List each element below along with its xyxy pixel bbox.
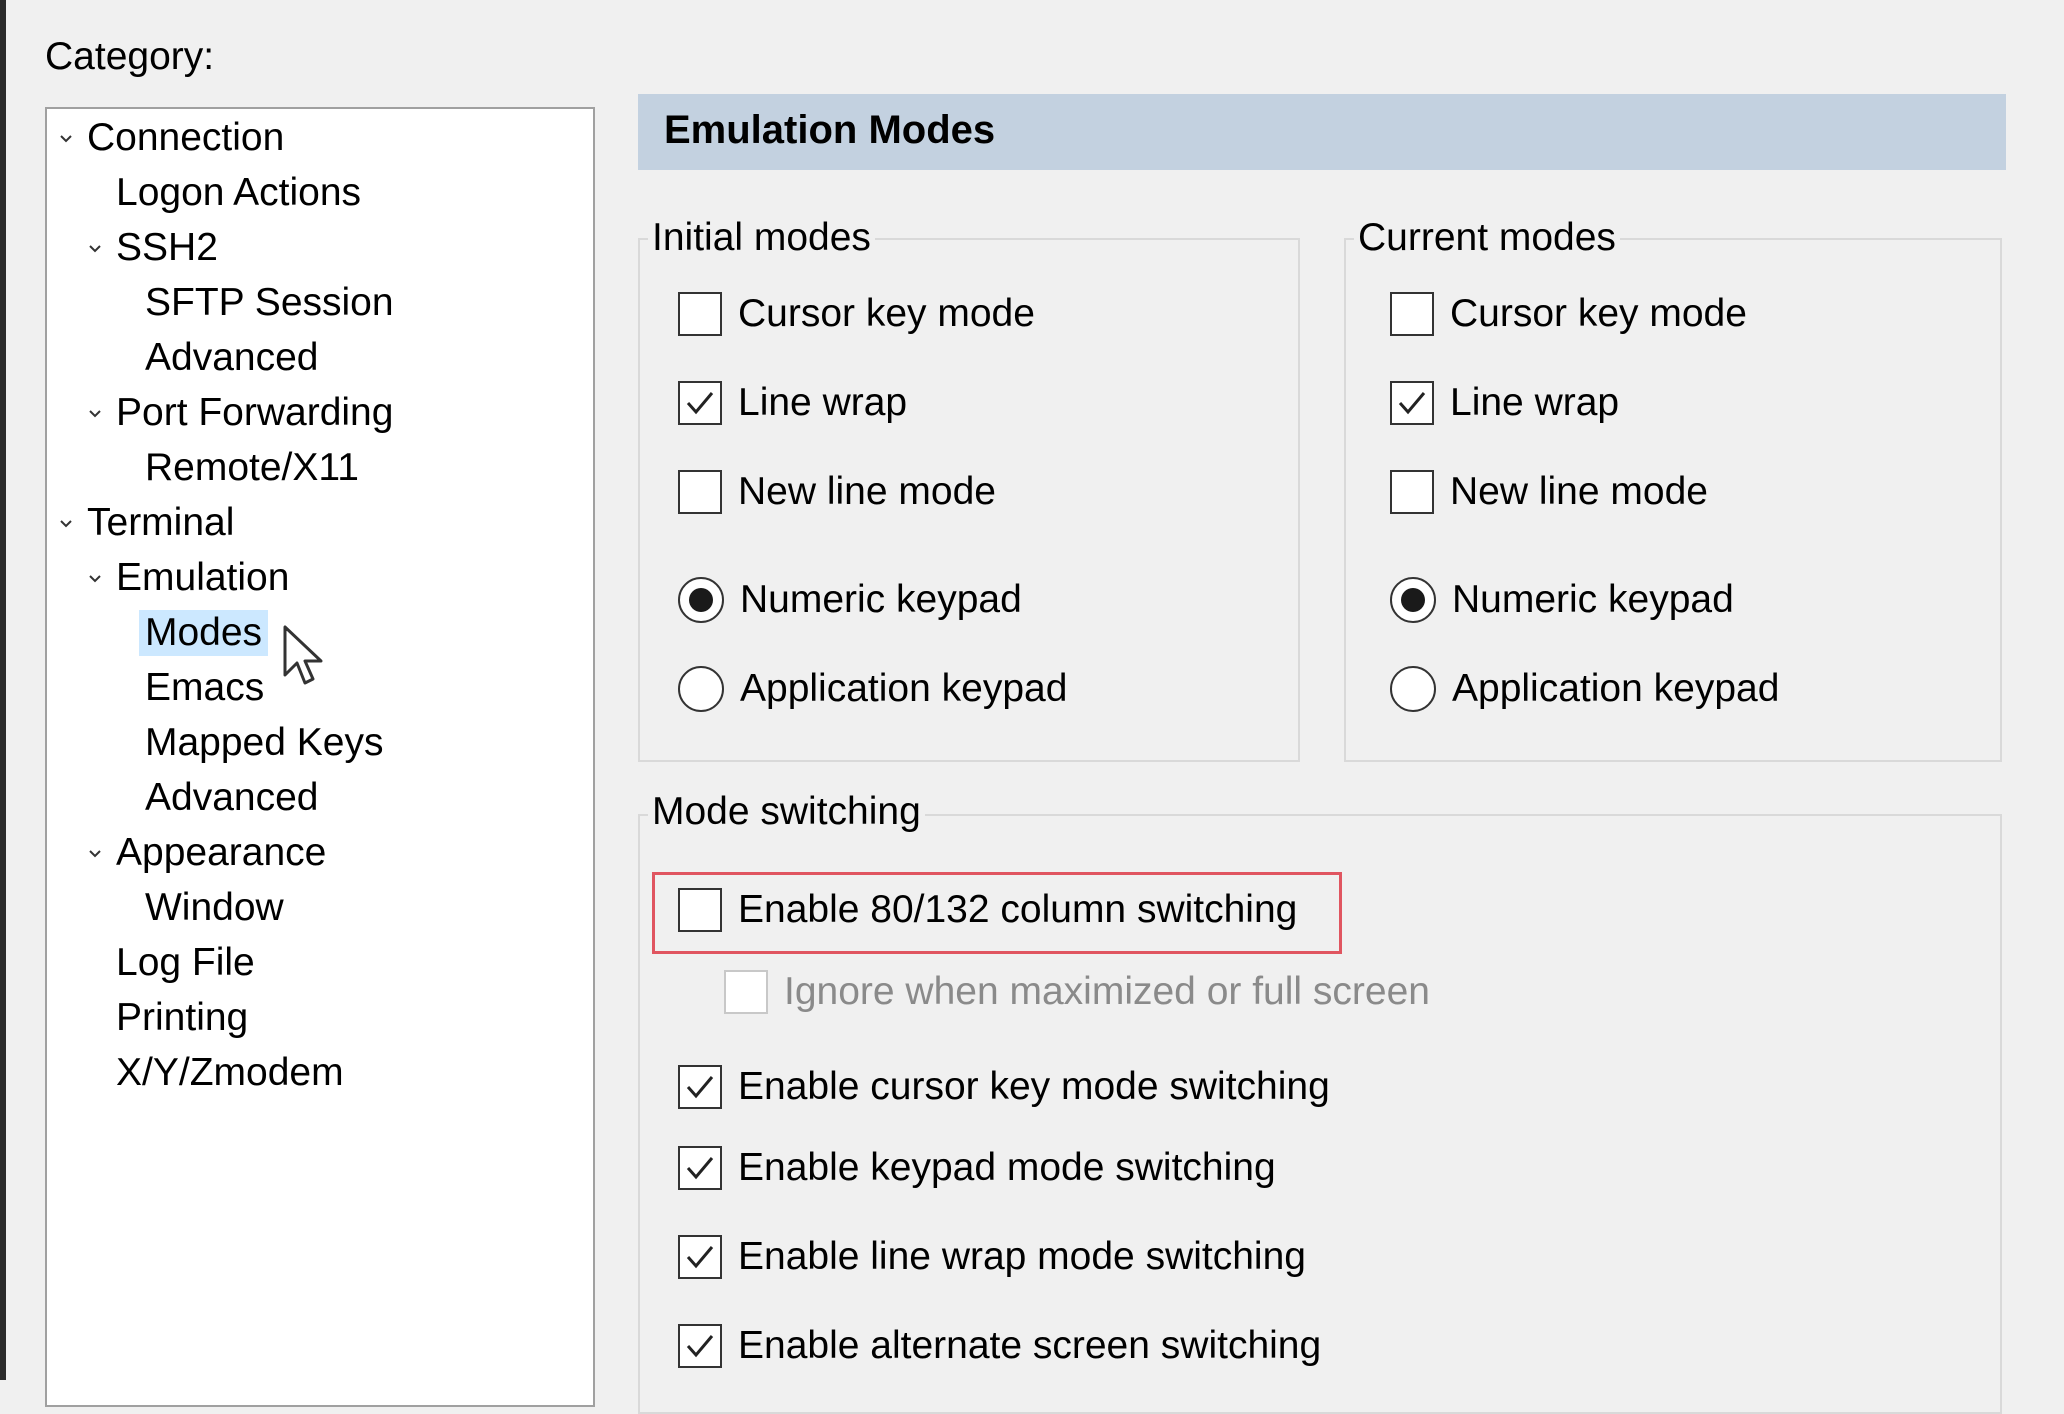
tree-item-mapped-keys[interactable]: Mapped Keys [139,720,389,766]
tree-item-appearance[interactable]: Appearance [110,830,332,876]
enable-line-wrap-switching-label: Enable line wrap mode switching [738,1235,1306,1278]
enable-keypad-switching-option[interactable]: Enable keypad mode switching [678,1142,1276,1194]
tree-item-emulation-advanced[interactable]: Advanced [139,775,324,821]
chevron-down-icon[interactable] [88,242,102,256]
initial-cursor-key-mode-label: Cursor key mode [738,292,1035,335]
enable-cursor-key-switching-label: Enable cursor key mode switching [738,1065,1330,1108]
enable-alternate-screen-option[interactable]: Enable alternate screen switching [678,1320,1321,1372]
ignore-maximized-checkbox[interactable] [724,970,768,1014]
initial-cursor-key-mode-checkbox[interactable] [678,292,722,336]
chevron-down-icon[interactable] [59,517,73,531]
tree-item-emulation[interactable]: Emulation [110,555,295,601]
enable-80-132-checkbox[interactable] [678,888,722,932]
tree-item-log-file[interactable]: Log File [110,940,261,986]
checkmark-icon [686,1335,714,1358]
current-line-wrap-label: Line wrap [1450,381,1620,424]
initial-line-wrap-checkbox[interactable] [678,381,722,425]
initial-new-line-mode-label: New line mode [738,470,996,513]
enable-cursor-key-switching-checkbox[interactable] [678,1065,722,1109]
enable-line-wrap-switching-checkbox[interactable] [678,1235,722,1279]
initial-numeric-keypad-radio[interactable] [678,577,724,623]
chevron-down-icon[interactable] [88,847,102,861]
tree-item-emacs[interactable]: Emacs [139,665,270,711]
initial-application-keypad-label: Application keypad [740,667,1068,710]
panel-header: Emulation Modes [638,94,2006,170]
current-numeric-keypad-option[interactable]: Numeric keypad [1390,574,1734,626]
initial-new-line-mode-checkbox[interactable] [678,470,722,514]
initial-application-keypad-radio[interactable] [678,666,724,712]
checkmark-icon [1398,392,1426,415]
tree-item-ssh2[interactable]: SSH2 [110,225,224,271]
checkmark-icon [686,392,714,415]
enable-cursor-key-switching-option[interactable]: Enable cursor key mode switching [678,1061,1330,1113]
chevron-down-icon[interactable] [59,132,73,146]
initial-numeric-keypad-label: Numeric keypad [740,578,1022,621]
tree-item-xyzmodem[interactable]: X/Y/Zmodem [110,1050,350,1096]
initial-application-keypad-option[interactable]: Application keypad [678,663,1067,715]
current-application-keypad-label: Application keypad [1452,667,1780,710]
tree-item-printing[interactable]: Printing [110,995,254,1041]
chevron-down-icon[interactable] [88,407,102,421]
mode-switching-title: Mode switching [648,790,925,834]
tree-item-ssh2-advanced[interactable]: Advanced [139,335,324,381]
enable-80-132-option[interactable]: Enable 80/132 column switching [678,884,1297,936]
current-numeric-keypad-label: Numeric keypad [1452,578,1734,621]
enable-alternate-screen-label: Enable alternate screen switching [738,1324,1322,1367]
tree-item-port-forwarding[interactable]: Port Forwarding [110,390,399,436]
current-new-line-mode-option[interactable]: New line mode [1390,466,1708,518]
category-tree[interactable]: Connection Logon Actions SSH2 SFTP Sessi… [45,107,595,1407]
ignore-maximized-label: Ignore when maximized or full screen [784,970,1430,1013]
initial-cursor-key-mode-option[interactable]: Cursor key mode [678,288,1035,340]
initial-new-line-mode-option[interactable]: New line mode [678,466,996,518]
current-cursor-key-mode-checkbox[interactable] [1390,292,1434,336]
current-line-wrap-checkbox[interactable] [1390,381,1434,425]
current-line-wrap-option[interactable]: Line wrap [1390,377,1619,429]
window-edge [0,0,6,1380]
current-new-line-mode-label: New line mode [1450,470,1708,513]
initial-modes-title: Initial modes [648,216,875,260]
current-cursor-key-mode-option[interactable]: Cursor key mode [1390,288,1747,340]
chevron-down-icon[interactable] [88,572,102,586]
current-modes-title: Current modes [1354,216,1620,260]
initial-line-wrap-option[interactable]: Line wrap [678,377,907,429]
tree-item-connection[interactable]: Connection [81,115,290,161]
current-cursor-key-mode-label: Cursor key mode [1450,292,1747,335]
tree-item-window[interactable]: Window [139,885,290,931]
tree-item-terminal[interactable]: Terminal [81,500,240,546]
tree-item-logon-actions[interactable]: Logon Actions [110,170,367,216]
panel-title: Emulation Modes [664,108,996,152]
enable-80-132-label: Enable 80/132 column switching [738,888,1298,931]
ignore-maximized-option[interactable]: Ignore when maximized or full screen [724,966,1430,1018]
mouse-pointer-icon [283,625,327,696]
enable-line-wrap-switching-option[interactable]: Enable line wrap mode switching [678,1231,1306,1283]
session-options-dialog: Category: Connection Logon Actions SSH2 … [0,0,2064,1414]
current-application-keypad-radio[interactable] [1390,666,1436,712]
checkmark-icon [686,1076,714,1099]
checkmark-icon [686,1246,714,1269]
enable-keypad-switching-label: Enable keypad mode switching [738,1146,1276,1189]
current-numeric-keypad-radio[interactable] [1390,577,1436,623]
category-label: Category: [45,35,215,78]
current-new-line-mode-checkbox[interactable] [1390,470,1434,514]
initial-line-wrap-label: Line wrap [738,381,908,424]
checkmark-icon [686,1157,714,1180]
tree-item-sftp-session[interactable]: SFTP Session [139,280,400,326]
tree-item-modes[interactable]: Modes [139,610,269,656]
current-application-keypad-option[interactable]: Application keypad [1390,663,1779,715]
enable-alternate-screen-checkbox[interactable] [678,1324,722,1368]
enable-keypad-switching-checkbox[interactable] [678,1146,722,1190]
tree-item-remote-x11[interactable]: Remote/X11 [139,445,365,491]
initial-numeric-keypad-option[interactable]: Numeric keypad [678,574,1022,626]
